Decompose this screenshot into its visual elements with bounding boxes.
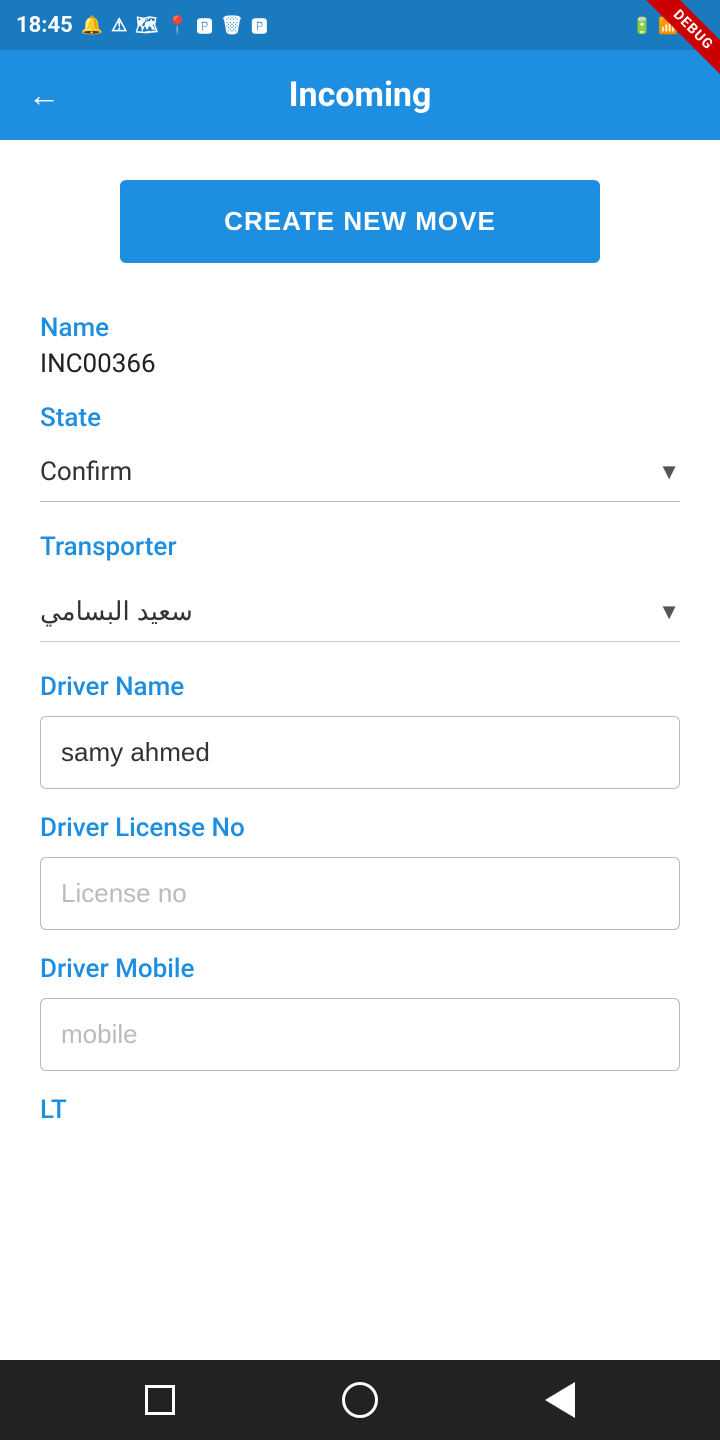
- maps2-icon: 📍: [166, 15, 188, 36]
- driver-mobile-input[interactable]: [40, 998, 680, 1071]
- warning-icon: ⚠: [111, 15, 127, 36]
- recent-apps-icon: [145, 1385, 175, 1415]
- home-icon: [342, 1382, 378, 1418]
- state-dropdown[interactable]: Confirm ▼: [40, 443, 680, 502]
- wifi-icon: 📶: [658, 16, 678, 35]
- home-button[interactable]: [338, 1378, 382, 1422]
- driver-license-field-label: Driver License No: [40, 813, 680, 843]
- driver-name-field-label: Driver Name: [40, 672, 680, 702]
- bottom-nav: [0, 1360, 720, 1440]
- state-dropdown-value: Confirm: [40, 457, 132, 487]
- time-display: 18:45: [16, 13, 73, 38]
- transporter-dropdown-value: سعيد البسامي: [40, 596, 193, 627]
- name-field-label: Name: [40, 313, 680, 343]
- state-field-label: State: [40, 403, 680, 433]
- name-field-value: INC00366: [40, 349, 680, 379]
- back-nav-icon: [545, 1382, 575, 1418]
- delete-icon: 🗑: [221, 15, 244, 36]
- transporter-dropdown[interactable]: سعيد البسامي ▼: [40, 576, 680, 642]
- back-nav-button[interactable]: [538, 1378, 582, 1422]
- status-bar: 18:45 🔔 ⚠ 🗺 📍 🅿 🗑 🅿 🔋 📶 🔋: [0, 0, 720, 50]
- parking-icon: 🅿: [197, 13, 213, 37]
- driver-mobile-field-label: Driver Mobile: [40, 954, 680, 984]
- app-bar: ← Incoming: [0, 50, 720, 140]
- driver-name-input[interactable]: [40, 716, 680, 789]
- status-bar-left: 18:45 🔔 ⚠ 🗺 📍 🅿 🗑 🅿: [16, 13, 267, 38]
- notification-icon: 🔔: [81, 15, 103, 36]
- more-content-label: LT: [40, 1095, 680, 1125]
- transporter-chevron-down-icon: ▼: [658, 599, 680, 625]
- battery-x-icon: 🔋: [632, 16, 652, 35]
- page-title: Incoming: [289, 75, 432, 115]
- transporter-field-label: Transporter: [40, 532, 680, 562]
- battery-icon: 🔋: [684, 16, 704, 35]
- back-button[interactable]: ←: [20, 68, 68, 122]
- status-bar-right: 🔋 📶 🔋: [632, 16, 704, 35]
- driver-license-input[interactable]: [40, 857, 680, 930]
- main-content: CREATE NEW MOVE Name INC00366 State Conf…: [0, 140, 720, 1360]
- back-arrow-icon: ←: [28, 76, 60, 114]
- chevron-down-icon: ▼: [658, 459, 680, 485]
- create-new-move-button[interactable]: CREATE NEW MOVE: [120, 180, 600, 263]
- parking2-icon: 🅿: [251, 13, 267, 37]
- maps-icon: 🗺: [135, 15, 158, 36]
- recent-apps-button[interactable]: [138, 1378, 182, 1422]
